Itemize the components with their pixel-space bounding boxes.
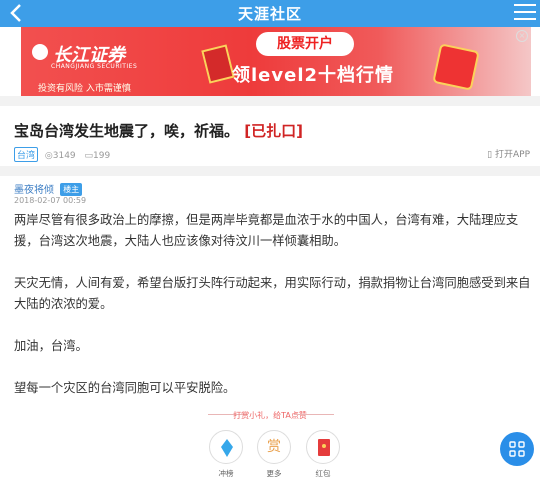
ad-pill-label[interactable]: 股票开户 [256,32,354,56]
author-name[interactable]: 墨夜将倾 [14,185,54,196]
views-count: ◎3149 [44,151,76,161]
ad-brand-en: CHANGJIANG SECURITIES [51,63,138,70]
post-date: 2018-02-07 00:59 [14,196,87,205]
post-title: 宝岛台湾发生地震了，唉，祈福。 [已扎口] [14,120,303,141]
red-packet-button[interactable] [306,430,340,464]
paragraph: 天灾无情，人间有爱，希望台版打头阵行动起来，用实际行动，捐款捐物让台湾同胞感受到… [14,276,531,311]
rank-button[interactable] [209,430,243,464]
red-packet-icon [318,439,330,456]
diamond-icon [221,439,233,457]
more-reward-button[interactable]: 赏 [257,430,291,464]
open-app-link[interactable]: ▯ 打开APP [487,147,530,160]
grid-icon [509,441,525,457]
paragraph: 加油，台湾。 [14,339,88,353]
ad-risk-notice: 投资有风险 入市需谨慎 [38,84,131,94]
ad-banner[interactable]: 长江证券 CHANGJIANG SECURITIES 投资有风险 入市需谨慎 股… [21,27,531,96]
section-divider [0,96,540,106]
author-line: 墨夜将倾 楼主 [14,181,83,196]
top-navigation-bar: 天涯社区 [0,0,540,27]
post-body: 两岸尽管有很多政治上的摩擦，但是两岸毕竟都是血浓于水的中国人，台湾有难，大陆理应… [14,210,534,420]
brand-logo-icon [32,44,48,60]
post-meta: 台湾 ◎3149 ▭199 [14,147,116,162]
red-packet-image [201,44,235,84]
op-badge: 楼主 [60,183,83,196]
closed-tag: [已扎口] [244,122,303,140]
reward-title: 打赏小礼，给TA点赞 [233,411,307,420]
phone-icon: ▯ [487,150,493,160]
board-tag[interactable]: 台湾 [14,147,39,162]
floating-menu-button[interactable] [500,432,534,466]
comment-icon: ▭ [84,151,94,161]
reward-label: 红包 [315,469,331,478]
eye-icon: ◎ [44,151,53,161]
reward-label: 更多 [266,469,282,478]
post-title-text: 宝岛台湾发生地震了，唉，祈福。 [14,122,240,140]
reward-label: 冲榜 [218,469,234,478]
gift-image [432,43,480,91]
section-divider [0,166,540,176]
hamburger-icon[interactable] [514,4,536,22]
divider [294,414,334,415]
ad-headline: 领level2十档行情 [232,65,395,86]
comments-count: ▭199 [84,151,111,161]
reward-icon: 赏 [267,439,281,455]
paragraph: 两岸尽管有很多政治上的摩擦，但是两岸毕竟都是血浓于水的中国人，台湾有难，大陆理应… [14,213,519,248]
close-ad-icon[interactable]: × [516,30,528,42]
site-title: 天涯社区 [237,5,302,23]
paragraph: 望每一个灾区的台湾同胞可以平安脱险。 [14,381,236,395]
